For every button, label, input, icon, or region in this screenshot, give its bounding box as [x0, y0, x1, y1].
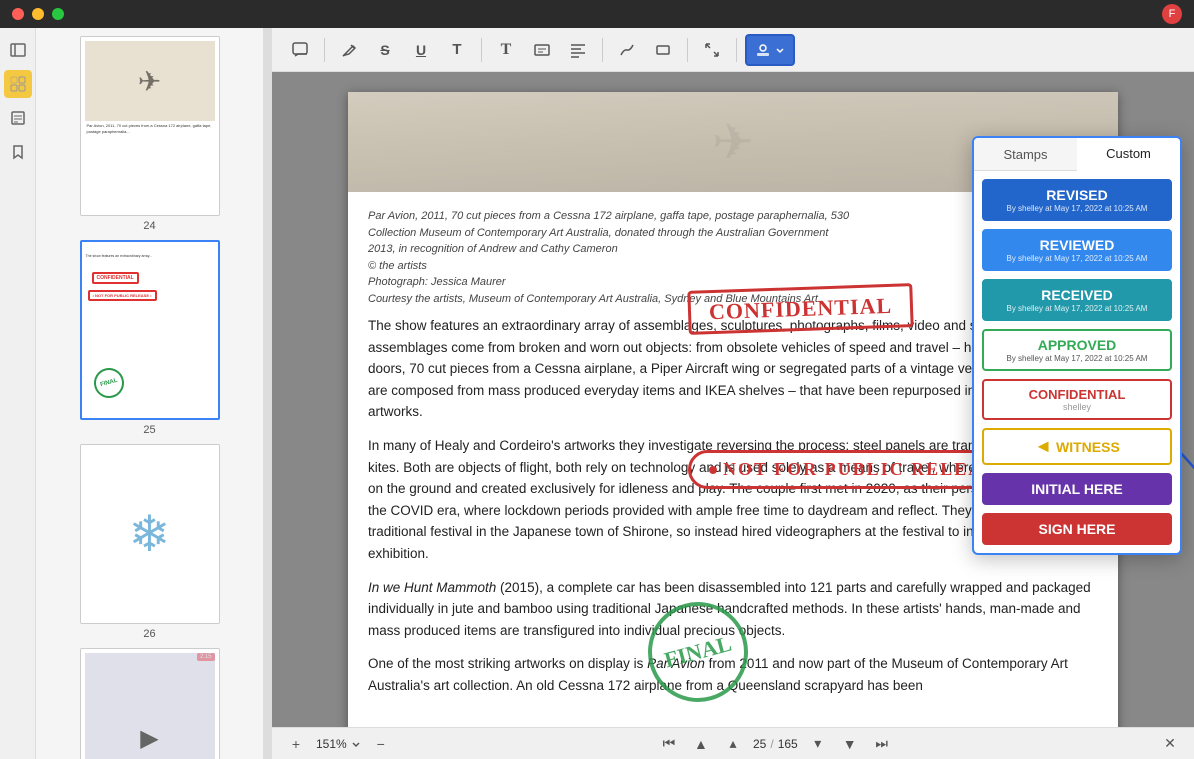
next-page-button[interactable]: ▼	[838, 732, 862, 756]
stamp-notpublic-text: NOT FOR PUBLIC RELEASE	[723, 459, 1009, 480]
stamps-panel: Stamps Custom REVISED By shelley at May …	[972, 136, 1182, 555]
stamp-reviewed-label: REVIEWED	[1040, 237, 1115, 253]
annotation-list-button[interactable]	[4, 104, 32, 132]
minimize-button[interactable]	[32, 8, 44, 20]
toolbar-sep-5	[736, 38, 737, 62]
stamps-list: REVISED By shelley at May 17, 2022 at 10…	[974, 171, 1180, 553]
stamp-approved-sublabel: By shelley at May 17, 2022 at 10:25 AM	[996, 354, 1158, 363]
expand-tool-button[interactable]	[696, 34, 728, 66]
stamp-item-initial[interactable]: INITIAL HERE	[980, 471, 1174, 507]
stamp-item-sign[interactable]: SIGN HERE	[980, 511, 1174, 547]
stamps-tabs: Stamps Custom	[974, 138, 1180, 171]
next-page-small-button[interactable]: ▾	[806, 732, 830, 756]
stamp-item-witness[interactable]: ◄ WITNESS	[980, 426, 1174, 467]
stamp-item-approved[interactable]: APPROVED By shelley at May 17, 2022 at 1…	[980, 327, 1174, 373]
prev-page-small-button[interactable]: ▴	[721, 732, 745, 756]
zoom-value: 151%	[316, 737, 347, 751]
thumbnail-26[interactable]: ❄ 26	[44, 444, 255, 640]
bottom-bar: + 151% − ⏮ ▲ ▴ 25 / 165 ▾ ▼ ⏭ ✕	[272, 727, 1194, 759]
thumbnail-27-image: 2:15 ▶	[80, 648, 220, 759]
stamps-tab-custom[interactable]: Custom	[1077, 138, 1180, 171]
pen-tool-button[interactable]	[333, 34, 365, 66]
stamp-confidential-sublabel: shelley	[996, 402, 1158, 412]
zoom-in-button[interactable]: +	[284, 732, 308, 756]
stamp-revised-sublabel: By shelley at May 17, 2022 at 10:25 AM	[996, 204, 1158, 213]
maximize-button[interactable]	[52, 8, 64, 20]
toolbar-sep-3	[602, 38, 603, 62]
stamp-item-received[interactable]: RECEIVED By shelley at May 17, 2022 at 1…	[980, 277, 1174, 323]
thumbnail-26-number: 26	[143, 628, 155, 640]
first-page-button[interactable]: ⏮	[657, 732, 681, 756]
thumbnail-26-image: ❄	[80, 444, 220, 624]
text-color-tool-button[interactable]: T	[441, 34, 473, 66]
thumbnail-25[interactable]: The show features an extraordinary array…	[44, 240, 255, 436]
left-sidebar	[0, 28, 36, 759]
strikethrough-tool-button[interactable]: S	[369, 34, 401, 66]
underline-tool-button[interactable]: U	[405, 34, 437, 66]
pdf-viewer[interactable]: ✈ Par Avion, 2011, 70 cut pieces from a …	[272, 72, 1194, 727]
prev-page-button[interactable]: ▲	[689, 732, 713, 756]
text-tool-button[interactable]: T	[490, 34, 522, 66]
shape-tool-button[interactable]	[647, 34, 679, 66]
stamp-item-confidential[interactable]: CONFIDENTIAL shelley	[980, 377, 1174, 422]
toolbar-sep-1	[324, 38, 325, 62]
current-page: 25	[753, 737, 766, 751]
page-separator: /	[770, 737, 773, 751]
thumbnail-view-button[interactable]	[4, 70, 32, 98]
total-pages: 165	[778, 737, 798, 751]
toolbar-sep-4	[687, 38, 688, 62]
page-indicator: 25 / 165	[753, 737, 798, 751]
align-tool-button[interactable]	[562, 34, 594, 66]
content-area: S U T T	[272, 28, 1194, 759]
stamp-witness-label: WITNESS	[1056, 439, 1120, 455]
zoom-display: 151%	[316, 737, 361, 751]
resize-handle[interactable]	[264, 28, 272, 759]
thumb25-stamp-confidential: CONFIDENTIAL	[92, 272, 139, 284]
zoom-out-button[interactable]: −	[369, 732, 393, 756]
stamp-initial-label: INITIAL HERE	[1031, 481, 1123, 497]
stamp-received-sublabel: By shelley at May 17, 2022 at 10:25 AM	[996, 304, 1158, 313]
titlebar: F	[0, 0, 1194, 28]
last-page-button[interactable]: ⏭	[870, 732, 894, 756]
toolbar-sep-2	[481, 38, 482, 62]
stamp-revised-label: REVISED	[1046, 187, 1107, 203]
draw-tool-button[interactable]	[611, 34, 643, 66]
close-button[interactable]	[12, 8, 24, 20]
stamp-approved-label: APPROVED	[1038, 337, 1117, 353]
thumbnail-24-number: 24	[143, 220, 155, 232]
thumb25-stamp-notpublic: • NOT FOR PUBLIC RELEASE •	[88, 290, 157, 301]
stamps-tab-stamps[interactable]: Stamps	[974, 138, 1077, 170]
stamp-sign-label: SIGN HERE	[1038, 521, 1115, 537]
comment-tool-button[interactable]	[284, 34, 316, 66]
bookmark-button[interactable]	[4, 138, 32, 166]
zoom-dropdown-icon	[351, 739, 361, 749]
thumbnail-24[interactable]: ✈ Par Avion, 2011, 70 cut pieces from a …	[44, 36, 255, 232]
thumbnail-24-image: ✈ Par Avion, 2011, 70 cut pieces from a …	[80, 36, 220, 216]
stamp-item-revised[interactable]: REVISED By shelley at May 17, 2022 at 10…	[980, 177, 1174, 223]
stamp-tool-button[interactable]	[745, 34, 795, 66]
thumbnail-panel: ✈ Par Avion, 2011, 70 cut pieces from a …	[36, 28, 264, 759]
witness-arrow-icon: ◄	[1034, 436, 1052, 457]
sidebar-toggle-button[interactable]	[4, 36, 32, 64]
main-layout: ✈ Par Avion, 2011, 70 cut pieces from a …	[0, 28, 1194, 759]
thumbnail-25-number: 25	[143, 424, 155, 436]
thumbnail-27[interactable]: 2:15 ▶ 27	[44, 648, 255, 759]
textbox-tool-button[interactable]	[526, 34, 558, 66]
thumbnail-25-image: The show features an extraordinary array…	[80, 240, 220, 420]
close-viewer-button[interactable]: ✕	[1158, 732, 1182, 756]
stamp-confidential-label: CONFIDENTIAL	[996, 387, 1158, 402]
stamp-received-label: RECEIVED	[1041, 287, 1113, 303]
stamp-item-reviewed[interactable]: REVIEWED By shelley at May 17, 2022 at 1…	[980, 227, 1174, 273]
toolbar: S U T T	[272, 28, 1194, 72]
user-avatar[interactable]: F	[1162, 4, 1182, 24]
stamp-reviewed-sublabel: By shelley at May 17, 2022 at 10:25 AM	[996, 254, 1158, 263]
stamp-tool-container	[745, 34, 795, 66]
